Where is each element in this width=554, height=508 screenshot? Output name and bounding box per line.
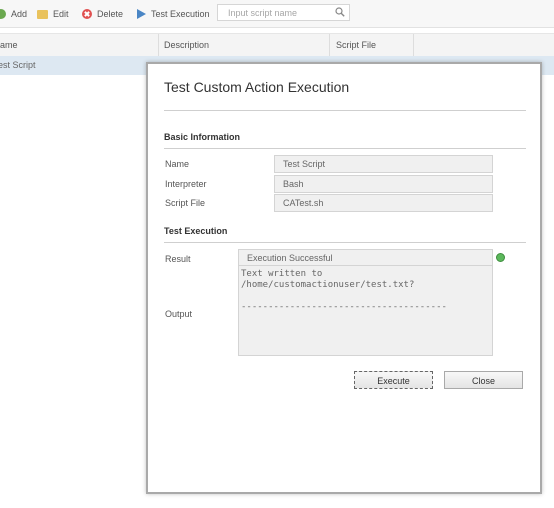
name-label: Name <box>165 159 190 169</box>
toolbar: Add Edit Delete Test Execution <box>0 0 554 28</box>
test-execution-button[interactable]: Test Execution <box>137 7 210 21</box>
section-divider <box>164 242 526 243</box>
script-file-field: CATest.sh <box>274 194 493 212</box>
add-label: Add <box>11 9 28 19</box>
interpreter-label: Interpreter <box>165 179 207 189</box>
row-name-cell: est Script <box>0 60 36 70</box>
success-status-icon <box>496 253 505 262</box>
search-icon[interactable] <box>335 7 345 17</box>
interpreter-field: Bash <box>274 175 493 193</box>
edit-button[interactable]: Edit <box>37 7 69 21</box>
delete-label: Delete <box>97 9 124 19</box>
column-header-script-file[interactable]: Script File <box>330 34 414 56</box>
column-header-name[interactable]: ame <box>0 34 158 56</box>
output-textarea[interactable]: Text written to /home/customactionuser/t… <box>238 265 493 356</box>
dialog-title: Test Custom Action Execution <box>164 79 350 95</box>
column-divider[interactable] <box>413 34 414 56</box>
grid-header: ame Description Script File <box>0 33 554 57</box>
close-button[interactable]: Close <box>444 371 523 389</box>
delete-button[interactable]: Delete <box>82 7 123 21</box>
search-box <box>217 4 350 21</box>
result-label: Result <box>165 254 191 264</box>
basic-info-heading: Basic Information <box>164 132 241 142</box>
output-label: Output <box>165 309 193 319</box>
execute-button[interactable]: Execute <box>354 371 433 389</box>
test-execution-dialog: Test Custom Action Execution Basic Infor… <box>146 62 542 494</box>
test-execution-heading: Test Execution <box>164 226 228 236</box>
add-button[interactable]: Add <box>0 7 27 21</box>
delete-icon <box>82 9 92 19</box>
play-icon <box>137 9 146 19</box>
edit-icon <box>37 9 48 19</box>
add-icon <box>0 9 6 19</box>
test-execution-label: Test Execution <box>151 9 210 19</box>
title-divider <box>164 110 526 111</box>
script-file-label: Script File <box>165 198 206 208</box>
search-input[interactable] <box>218 5 338 20</box>
section-divider <box>164 148 526 149</box>
edit-label: Edit <box>53 9 69 19</box>
column-header-description[interactable]: Description <box>158 34 330 56</box>
name-field: Test Script <box>274 155 493 173</box>
